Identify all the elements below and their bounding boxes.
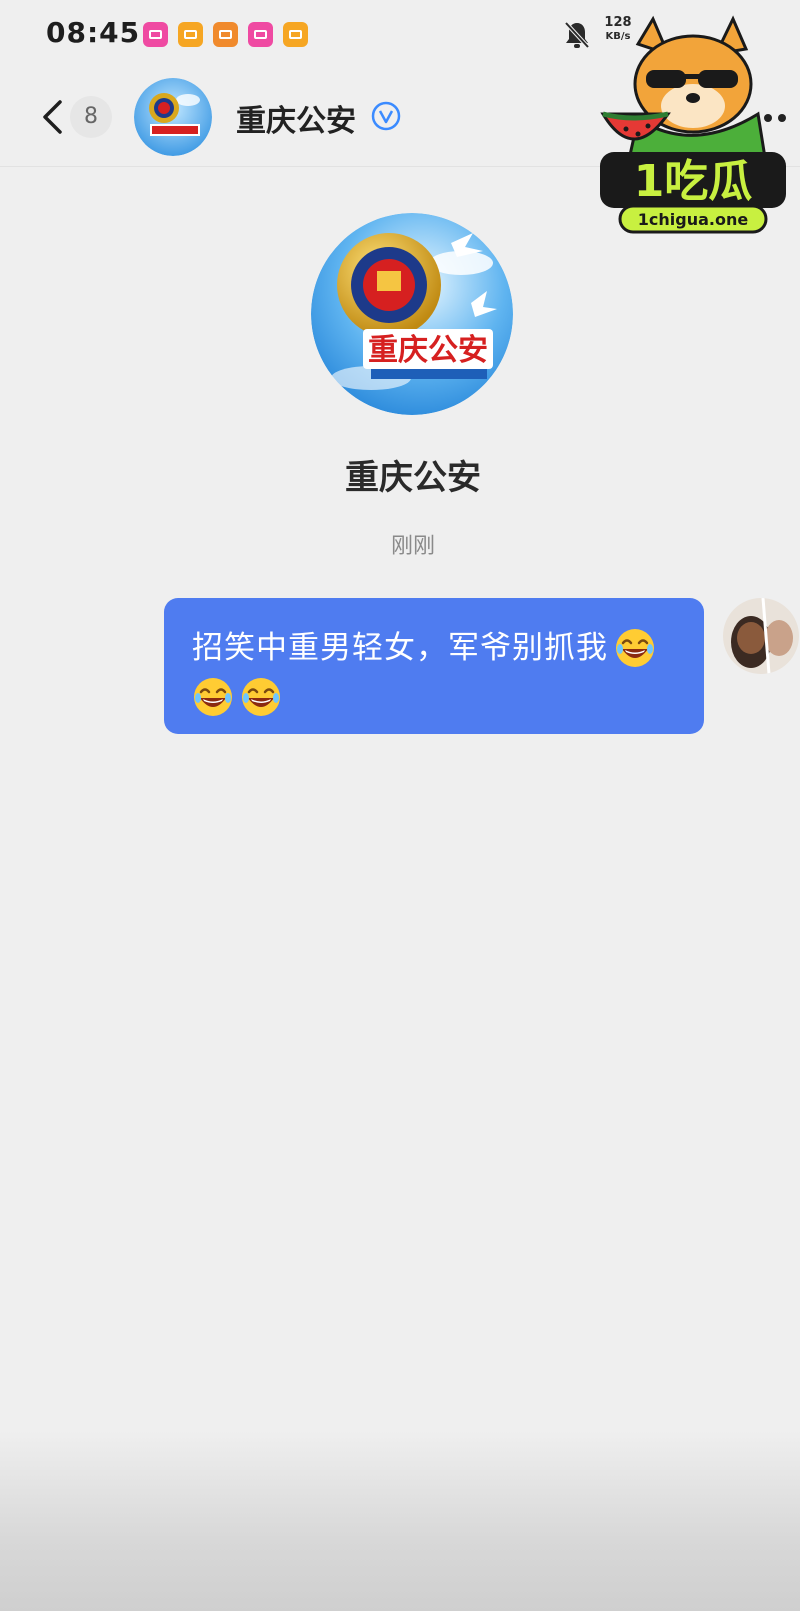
sent-message-bubble[interactable]: 招笑中重男轻女，军爷别抓我 (164, 598, 704, 734)
sender-avatar[interactable] (723, 598, 799, 674)
app-notification-icon (143, 22, 168, 47)
bottom-fade (0, 1431, 800, 1611)
verified-icon (371, 101, 401, 131)
watermark-brand: 1吃瓜 (634, 156, 753, 207)
sender-photo (723, 598, 799, 674)
laughing-emoji-icon (242, 678, 280, 716)
watermark-logo: 1吃瓜 1chigua.one (600, 15, 786, 234)
police-emblem-image (134, 78, 212, 156)
watermark-url: 1chigua.one (638, 210, 749, 229)
message-text: 招笑中重男轻女，军爷别抓我 (192, 630, 608, 666)
laughing-emoji-icon (194, 678, 232, 716)
message-content: 招笑中重男轻女，军爷别抓我 (192, 620, 682, 718)
message-timestamp: 刚刚 (390, 534, 435, 559)
laughing-emoji-icon (616, 629, 654, 667)
police-emblem-image: 重庆公安 (311, 213, 513, 415)
status-time: 08:45 (46, 16, 141, 49)
app-notification-icon (213, 22, 238, 47)
app-notification-icon (283, 22, 308, 47)
chat-title[interactable]: 重庆公安 (236, 96, 356, 140)
header-avatar[interactable] (134, 78, 212, 156)
app-notification-icon (248, 22, 273, 47)
bell-off-icon (564, 21, 590, 49)
profile-name: 重庆公安 (345, 458, 481, 498)
profile-avatar[interactable]: 重庆公安 (311, 213, 513, 415)
app-notification-icon (178, 22, 203, 47)
back-arrow-icon[interactable] (40, 97, 66, 137)
unread-count-badge[interactable]: 8 (70, 96, 112, 138)
avatar-title-text: 重庆公安 (368, 333, 488, 368)
chat-screen: 08:45 128 KB/s 8 重庆公安 重庆公安 重庆公安 刚刚 招笑中重男… (0, 0, 800, 1611)
